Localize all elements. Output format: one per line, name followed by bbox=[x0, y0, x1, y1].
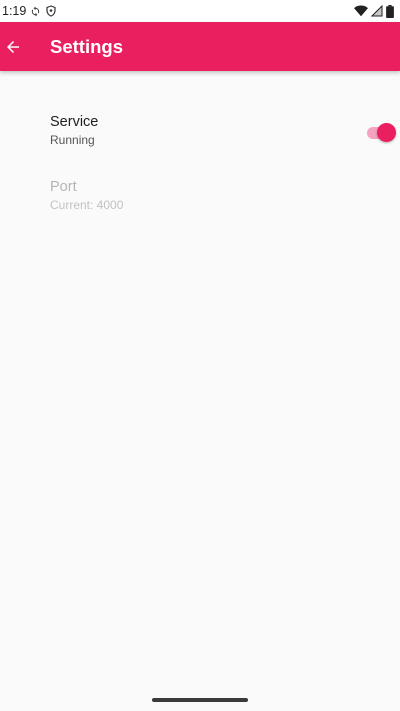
signal-icon bbox=[371, 5, 383, 17]
page-title: Settings bbox=[50, 35, 123, 57]
settings-list: Service Running Port Current: 4000 bbox=[0, 71, 400, 244]
port-title: Port bbox=[50, 179, 77, 195]
navigation-handle[interactable] bbox=[152, 698, 248, 702]
shield-icon bbox=[45, 5, 57, 17]
arrow-back-icon bbox=[4, 38, 22, 56]
port-preference: Port Current: 4000 bbox=[0, 179, 400, 244]
service-preference[interactable]: Service Running bbox=[0, 114, 400, 179]
service-toggle[interactable] bbox=[366, 123, 396, 143]
app-bar: Settings bbox=[0, 22, 400, 71]
status-time: 1:19 bbox=[2, 4, 27, 18]
port-summary: Current: 4000 bbox=[50, 198, 124, 212]
sync-icon bbox=[30, 5, 41, 17]
status-left: 1:19 bbox=[2, 4, 57, 18]
wifi-icon bbox=[354, 5, 368, 17]
service-summary: Running bbox=[50, 133, 95, 147]
service-title: Service bbox=[50, 114, 99, 130]
switch-thumb bbox=[377, 123, 396, 142]
status-bar: 1:19 bbox=[0, 0, 400, 22]
status-right bbox=[354, 4, 394, 18]
battery-icon bbox=[386, 4, 394, 18]
back-button[interactable] bbox=[0, 22, 26, 71]
